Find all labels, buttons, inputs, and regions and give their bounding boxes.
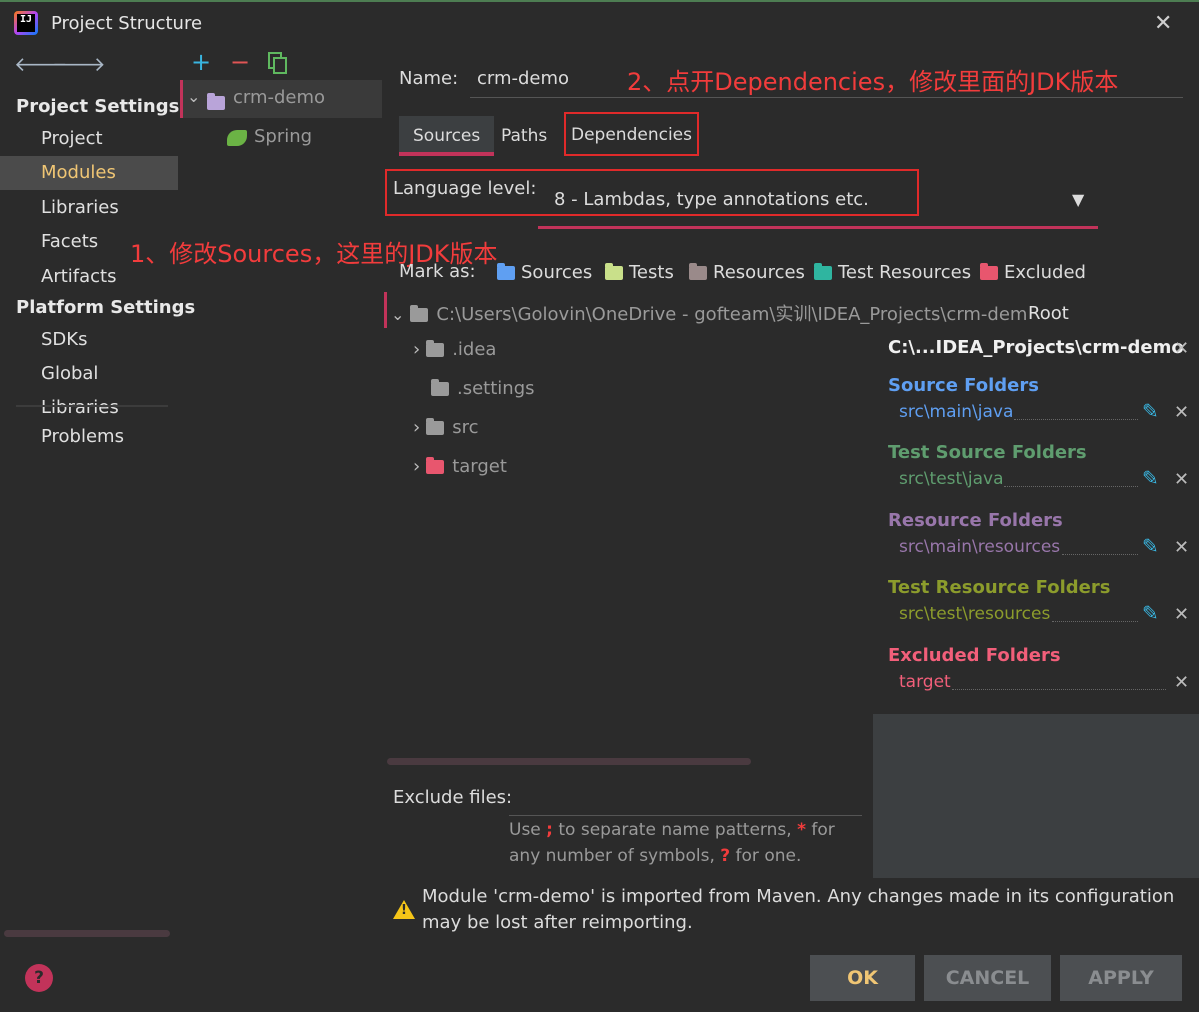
leader-dots (952, 689, 1166, 690)
source-folders-header: Source Folders (888, 375, 1039, 396)
test-resources-folder-icon (814, 263, 832, 280)
tab-sources[interactable]: Sources (399, 116, 495, 156)
remove-folder-icon[interactable]: ✕ (1174, 402, 1189, 423)
leader-dots (1062, 554, 1138, 555)
add-icon[interactable]: + (191, 48, 211, 76)
excluded-folder-path[interactable]: target (899, 672, 951, 692)
leader-dots (1014, 419, 1138, 420)
tests-folder-icon (605, 263, 623, 280)
tab-dependencies[interactable]: Dependencies (564, 112, 699, 156)
sidebar-scrollbar[interactable] (4, 930, 170, 937)
warning-text-line1: Module 'crm-demo' is imported from Maven… (422, 886, 1175, 907)
window-title: Project Structure (51, 13, 203, 34)
folder-icon (426, 418, 445, 435)
project-settings-header: Project Settings (16, 96, 180, 117)
warning-icon-mark: ! (401, 903, 407, 918)
sidebar-item-problems[interactable]: Problems (0, 420, 178, 454)
remove-icon[interactable]: − (230, 48, 250, 76)
edit-pencil-icon[interactable]: ✎ (1142, 466, 1159, 490)
cancel-button[interactable]: CANCEL (924, 955, 1051, 1001)
sidebar-item-modules[interactable]: Modules (0, 156, 178, 190)
mark-as-label: Mark as: (399, 261, 476, 282)
forward-arrow-icon[interactable]: 🡒 (52, 52, 106, 76)
name-label: Name: (399, 68, 459, 89)
sidebar-item-project[interactable]: Project (0, 122, 178, 156)
tab-paths[interactable]: Paths (487, 116, 561, 156)
tree-item-settings[interactable]: .settings (431, 378, 535, 399)
chevron-right-icon: › (413, 456, 421, 477)
source-folder-path[interactable]: src\main\java (899, 402, 1013, 422)
language-level-select[interactable]: 8 - Lambdas, type annotations etc. ▼ (538, 180, 1098, 229)
remove-folder-icon[interactable]: ✕ (1174, 604, 1189, 625)
mark-tests-button[interactable]: Tests (605, 262, 674, 283)
leader-dots (1052, 621, 1138, 622)
test-source-folders-header: Test Source Folders (888, 442, 1087, 463)
language-level-label: Language level: (393, 178, 537, 199)
language-level-value: 8 - Lambdas, type annotations etc. (554, 189, 869, 210)
module-name: crm-demo (233, 87, 326, 108)
dropdown-arrow-icon: ▼ (1072, 190, 1085, 209)
platform-settings-header: Platform Settings (16, 297, 196, 318)
test-source-folder-path[interactable]: src\test\java (899, 469, 1004, 489)
chevron-down-icon[interactable]: ⌄ (187, 87, 200, 106)
remove-folder-icon[interactable]: ✕ (1174, 672, 1189, 693)
exclude-files-label: Exclude files: (393, 787, 513, 808)
folder-icon (431, 379, 449, 396)
apply-button[interactable]: APPLY (1060, 955, 1182, 1001)
tree-item-target[interactable]: › target (413, 456, 507, 477)
mark-sources-button[interactable]: Sources (497, 262, 592, 283)
mark-excluded-button[interactable]: Excluded (980, 262, 1086, 283)
chevron-right-icon: › (413, 417, 421, 438)
intellij-logo-icon: IJ (14, 11, 38, 35)
folder-icon (426, 340, 445, 357)
module-folder-icon (207, 92, 225, 113)
sidebar-item-sdks[interactable]: SDKs (0, 323, 178, 357)
resource-folders-header: Resource Folders (888, 510, 1063, 531)
excluded-folder-icon (980, 263, 998, 280)
sources-folder-icon (497, 263, 515, 280)
help-icon[interactable]: ? (25, 964, 53, 992)
mark-resources-button[interactable]: Resources (689, 262, 805, 283)
remove-content-root-icon[interactable]: ✕ (1174, 338, 1189, 359)
warning-text-line2: may be lost after reimporting. (422, 912, 693, 933)
resources-folder-icon (689, 263, 707, 280)
content-root-row[interactable]: ⌄ C:\Users\Golovin\OneDrive - gofteam\实训\… (391, 300, 1038, 326)
folder-icon (410, 305, 429, 322)
excluded-folder-icon (426, 457, 445, 474)
spring-facet[interactable]: Spring (254, 126, 312, 147)
exclude-files-input[interactable] (509, 780, 862, 816)
sidebar-divider (16, 405, 168, 407)
root-selection-marker (384, 292, 387, 328)
sidebar-item-global-libraries[interactable]: Global Libraries (0, 357, 178, 418)
annotation-note-2: 2、点开Dependencies，修改里面的JDK版本 (627, 68, 1119, 96)
mark-test-resources-button[interactable]: Test Resources (814, 262, 971, 283)
name-input-value: crm-demo (477, 68, 570, 89)
title-bar: IJ Project Structure ✕ (0, 0, 1199, 44)
close-icon[interactable]: ✕ (1154, 11, 1172, 36)
ok-button[interactable]: OK (810, 955, 915, 1001)
tree-horizontal-scrollbar[interactable] (387, 758, 751, 765)
exclude-hint-line1: Use ; to separate name patterns, * for (509, 820, 835, 840)
tree-item-idea[interactable]: › .idea (413, 339, 496, 360)
chevron-right-icon: › (413, 339, 421, 360)
remove-folder-icon[interactable]: ✕ (1174, 469, 1189, 490)
tree-item-src[interactable]: › src (413, 417, 478, 438)
chevron-down-icon: ⌄ (391, 305, 405, 324)
resource-folder-path[interactable]: src\main\resources (899, 537, 1060, 557)
test-resource-folders-header: Test Resource Folders (888, 577, 1111, 598)
content-root-header: C:\...IDEA_Projects\crm-demo (888, 337, 1184, 358)
leader-dots (1004, 486, 1138, 487)
root-tag: Root (1026, 303, 1069, 324)
copy-icon-front (273, 57, 287, 74)
sidebar-item-libraries[interactable]: Libraries (0, 191, 178, 225)
exclude-hint-line2: any number of symbols, ? for one. (509, 846, 802, 866)
excluded-folders-header: Excluded Folders (888, 645, 1061, 666)
edit-pencil-icon[interactable]: ✎ (1142, 534, 1159, 558)
test-resource-folder-path[interactable]: src\test\resources (899, 604, 1050, 624)
remove-folder-icon[interactable]: ✕ (1174, 537, 1189, 558)
spring-leaf-icon (227, 130, 247, 146)
edit-pencil-icon[interactable]: ✎ (1142, 601, 1159, 625)
edit-pencil-icon[interactable]: ✎ (1142, 399, 1159, 423)
